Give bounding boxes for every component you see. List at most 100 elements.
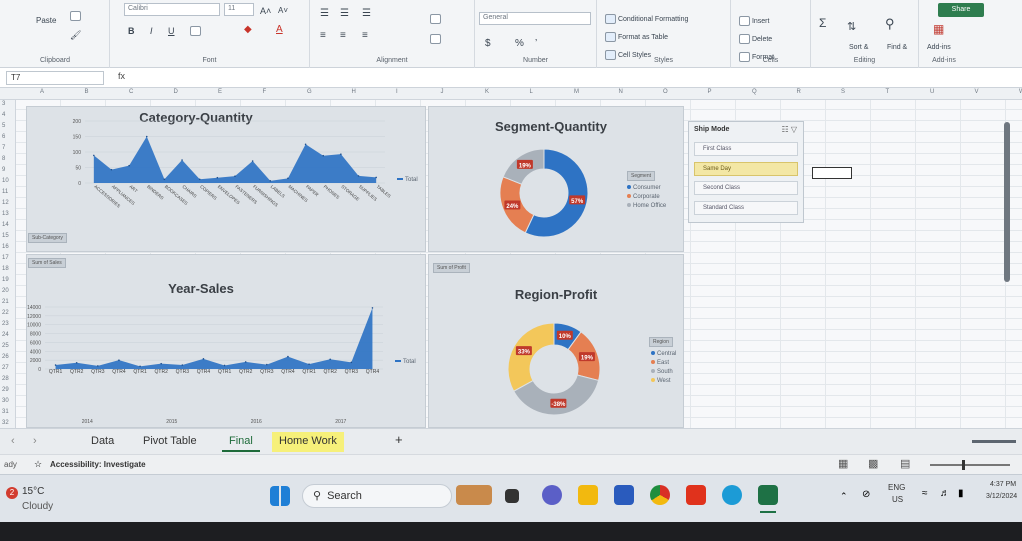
row-header[interactable]: 23 (2, 321, 9, 327)
row-header[interactable]: 28 (2, 376, 9, 382)
merge-icon[interactable] (430, 34, 441, 44)
column-header[interactable]: R (797, 89, 801, 95)
page-layout-icon[interactable]: ▩ (868, 457, 878, 470)
formula-input[interactable] (140, 71, 1000, 85)
row-header[interactable]: 16 (2, 244, 9, 250)
column-header[interactable]: A (40, 89, 44, 95)
row-header[interactable]: 13 (2, 211, 9, 217)
share-button[interactable]: Share (938, 3, 984, 17)
selected-cell[interactable] (812, 167, 852, 179)
task-view-icon[interactable] (505, 489, 519, 503)
row-header[interactable]: 18 (2, 266, 9, 272)
column-header[interactable]: U (930, 89, 934, 95)
clock-time[interactable]: 4:37 PM (990, 481, 1016, 488)
cut-icon[interactable] (70, 11, 81, 21)
clear-filter-icon[interactable]: ☷ ▽ (781, 125, 797, 134)
currency-button[interactable]: $ (485, 38, 491, 49)
store-icon[interactable] (614, 485, 634, 505)
column-header[interactable]: O (663, 89, 668, 95)
add-sheet-icon[interactable]: + (388, 429, 410, 449)
file-explorer-icon[interactable] (578, 485, 598, 505)
wrap-text-icon[interactable] (430, 14, 441, 24)
row-header[interactable]: 12 (2, 200, 9, 206)
name-box[interactable]: T7 (6, 71, 104, 85)
search-highlight-icon[interactable] (456, 485, 492, 505)
teams-icon[interactable] (542, 485, 562, 505)
youtube-icon[interactable] (686, 485, 706, 505)
tab-scroll-right-icon[interactable]: › (26, 432, 44, 452)
tab-home-work[interactable]: Home Work (272, 432, 344, 452)
delete-button[interactable]: Delete (739, 34, 772, 44)
column-header[interactable]: G (307, 89, 312, 95)
row-header[interactable]: 7 (2, 145, 5, 151)
comma-button[interactable]: ’ (535, 38, 537, 49)
column-header[interactable]: D (174, 89, 178, 95)
grow-font-button[interactable]: A˄ (260, 6, 271, 16)
column-header[interactable]: B (85, 89, 89, 95)
column-header[interactable]: K (485, 89, 489, 95)
left-align-icon[interactable]: ≡ (320, 30, 326, 41)
font-name-dropdown[interactable]: Calibri (124, 3, 220, 16)
wifi-icon[interactable]: ≈ (922, 488, 928, 499)
italic-button[interactable]: I (150, 26, 153, 36)
fx-icon[interactable]: fx (118, 71, 125, 81)
segment-filter[interactable]: Segment (627, 171, 656, 181)
column-header[interactable]: C (129, 89, 133, 95)
volume-icon[interactable]: ♬ (940, 488, 950, 499)
row-header[interactable]: 25 (2, 343, 9, 349)
year-sales-chart[interactable]: Sum of Sales Year-Sales 14000 12000 10000 8… (26, 254, 426, 428)
slicer-item-same-day[interactable]: Same Day (694, 162, 798, 176)
row-header[interactable]: 9 (2, 167, 5, 173)
bold-button[interactable]: B (128, 26, 135, 36)
no-sync-icon[interactable]: ⊘ (862, 489, 870, 500)
number-format-dropdown[interactable]: General (479, 12, 591, 25)
font-size-dropdown[interactable]: 11 (224, 3, 254, 16)
search-box[interactable]: ⚲ Search (302, 484, 452, 508)
column-header[interactable]: T (886, 89, 890, 95)
column-header[interactable]: Q (752, 89, 757, 95)
find-select-button[interactable]: Find & (887, 44, 907, 51)
chevron-up-icon[interactable]: ⌃ (840, 491, 848, 502)
ship-mode-slicer[interactable]: Ship Mode ☷ ▽ First Class Same Day Secon… (688, 121, 804, 223)
language-indicator[interactable]: ENG (888, 483, 905, 492)
row-header[interactable]: 17 (2, 255, 9, 261)
zoom-slider[interactable] (930, 464, 1010, 466)
column-header[interactable]: F (263, 89, 267, 95)
format-painter-icon[interactable]: 🖌 (70, 30, 81, 41)
row-header[interactable]: 29 (2, 387, 9, 393)
vertical-scrollbar[interactable] (1004, 122, 1010, 282)
weather-badge-icon[interactable]: 2 (6, 487, 18, 499)
insert-button[interactable]: Insert (739, 16, 769, 26)
underline-button[interactable]: U (168, 26, 175, 36)
segment-quantity-chart[interactable]: Segment-Quantity 57% 24% 19% Segment Consu… (428, 106, 684, 252)
sort-filter-icon[interactable]: ⇅ (847, 20, 856, 33)
excel-taskbar-icon[interactable] (758, 485, 778, 505)
center-align-icon[interactable]: ≡ (340, 30, 346, 41)
fill-color-icon[interactable]: ◆ (244, 24, 252, 35)
addins-icon[interactable]: ▦ (933, 22, 944, 36)
format-as-table-button[interactable]: Format as Table (605, 32, 668, 42)
shrink-font-button[interactable]: A˅ (278, 6, 288, 15)
edge-icon[interactable] (722, 485, 742, 505)
column-header[interactable]: M (574, 89, 579, 95)
row-header[interactable]: 11 (2, 189, 8, 195)
column-header[interactable]: P (708, 89, 712, 95)
column-header[interactable]: N (619, 89, 623, 95)
row-header[interactable]: 15 (2, 233, 9, 239)
conditional-formatting-button[interactable]: Conditional Formatting (605, 14, 688, 24)
percent-button[interactable]: % (515, 38, 524, 49)
addins-button[interactable]: Add-ins (927, 44, 951, 51)
column-header[interactable]: S (841, 89, 845, 95)
tab-pivot-table[interactable]: Pivot Table (136, 432, 204, 452)
paste-button[interactable]: Paste (36, 16, 56, 25)
row-header[interactable]: 31 (2, 409, 9, 415)
row-header[interactable]: 6 (2, 134, 5, 140)
column-header[interactable]: E (218, 89, 222, 95)
sort-filter-button[interactable]: Sort & (849, 44, 868, 51)
weather-temp[interactable]: 15°C (22, 486, 44, 497)
border-icon[interactable] (190, 26, 201, 36)
row-header[interactable]: 22 (2, 310, 9, 316)
accessibility-status[interactable]: Accessibility: Investigate (50, 460, 146, 469)
region-profit-chart[interactable]: Sum of Profit Region-Profit 10% 19% -38% 33… (428, 254, 684, 428)
row-header[interactable]: 10 (2, 178, 9, 184)
